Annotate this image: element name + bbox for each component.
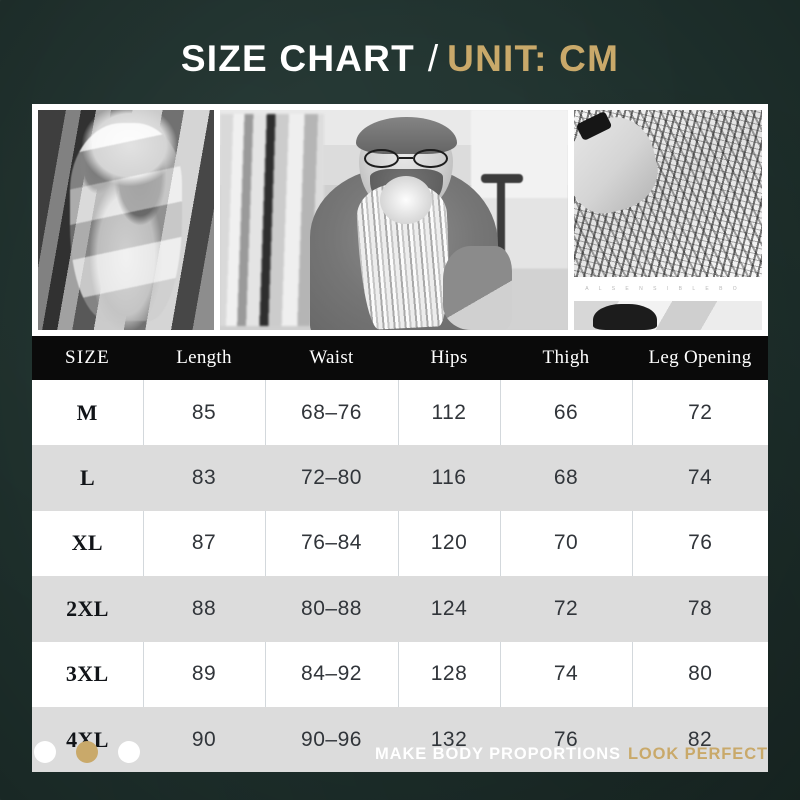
cell-size: XL [71, 530, 103, 556]
table-body: M 85 68‒76 112 66 72 L 83 72‒80 116 68 7… [32, 380, 768, 773]
cell-waist: 76‒84 [264, 510, 398, 577]
cell-length: 89 [142, 641, 265, 707]
cell-waist: 84‒92 [264, 641, 398, 707]
mannequin-drape [69, 123, 183, 322]
cell-thigh: 68 [553, 466, 579, 490]
cell-leg-opening: 80 [631, 641, 768, 707]
cell-length: 85 [142, 380, 265, 446]
cell-hips: 112 [397, 380, 500, 446]
column-header-hips: Hips [398, 336, 500, 380]
cell-waist: 72‒80 [301, 466, 362, 490]
carousel-dots[interactable] [34, 741, 140, 763]
cell-leg-opening: 78 [687, 596, 713, 620]
cell-thigh: 72 [553, 596, 579, 620]
cell-length: 90 [191, 727, 217, 751]
carousel-dot-1[interactable] [34, 741, 56, 763]
cell-thigh: 66 [499, 380, 632, 446]
table-row: L 83 72‒80 116 68 74 [32, 445, 768, 511]
cell-hips: 124 [430, 596, 468, 620]
cell-leg-opening: 74 [687, 466, 713, 490]
cell-leg-opening: 72 [631, 380, 768, 446]
photo-strip: A L S E N S I B L E B O [32, 104, 768, 336]
table-row: 3XL 89 84‒92 128 74 80 [32, 641, 768, 707]
photo-tailor [220, 110, 568, 330]
cell-length: 83 [191, 466, 217, 490]
table-header: SIZE Length Waist Hips Thigh Leg Opening [32, 336, 768, 380]
cell-waist: 80‒88 [301, 596, 362, 620]
tagline-primary-text: MAKE BODY PROPORTIONS [374, 745, 621, 763]
column-header-leg-opening: Leg Opening [632, 336, 768, 380]
tagline-accent-text: LOOK PERFECT [627, 745, 768, 763]
table-row: XL 87 76‒84 120 70 76 [32, 510, 768, 577]
column-header-thigh: Thigh [500, 336, 632, 380]
cell-size: L [79, 465, 96, 491]
cell-size: 2XL [66, 595, 109, 621]
cell-size: M [76, 399, 98, 425]
tailor-arm [442, 246, 513, 330]
clothing-rack [220, 114, 325, 326]
photo-caption-strip: A L S E N S I B L E B O [574, 277, 762, 302]
column-header-waist: Waist [265, 336, 398, 380]
carousel-dot-2[interactable] [76, 741, 98, 763]
footer-tagline: MAKE BODY PROPORTIONS LOOK PERFECT [375, 745, 768, 764]
cell-hips: 128 [397, 641, 500, 707]
title-main-text: SIZE CHART [180, 38, 415, 79]
column-header-length: Length [143, 336, 265, 380]
size-chart-table: SIZE Length Waist Hips Thigh Leg Opening… [32, 336, 768, 773]
table-row: M 85 68‒76 112 66 72 [32, 380, 768, 446]
cell-length: 87 [142, 510, 265, 577]
cell-thigh: 70 [499, 510, 632, 577]
beadwork-lower-scene [574, 301, 762, 330]
table-row: 2XL 88 80‒88 124 72 78 [32, 576, 768, 642]
table-header-row: SIZE Length Waist Hips Thigh Leg Opening [32, 336, 768, 380]
cell-thigh: 74 [499, 641, 632, 707]
cell-leg-opening: 76 [631, 510, 768, 577]
cell-hips: 120 [397, 510, 500, 577]
photo-caption-text: A L S E N S I B L E B O [585, 286, 742, 293]
title-separator: / [427, 38, 439, 79]
cell-size: 3XL [65, 661, 109, 687]
cell-waist: 68‒76 [264, 380, 398, 446]
carousel-dot-3[interactable] [118, 741, 140, 763]
rack-pole-top [480, 173, 523, 183]
eyeglasses-icon [364, 148, 448, 169]
cell-hips: 116 [431, 466, 467, 490]
photo-beadwork: A L S E N S I B L E B O [574, 110, 762, 330]
column-header-size: SIZE [32, 336, 143, 380]
cell-length: 88 [191, 596, 217, 620]
page-title: SIZE CHART / UNIT: CM [0, 38, 800, 80]
title-unit-text: UNIT: CM [447, 38, 620, 79]
photo-mannequin [38, 110, 214, 330]
